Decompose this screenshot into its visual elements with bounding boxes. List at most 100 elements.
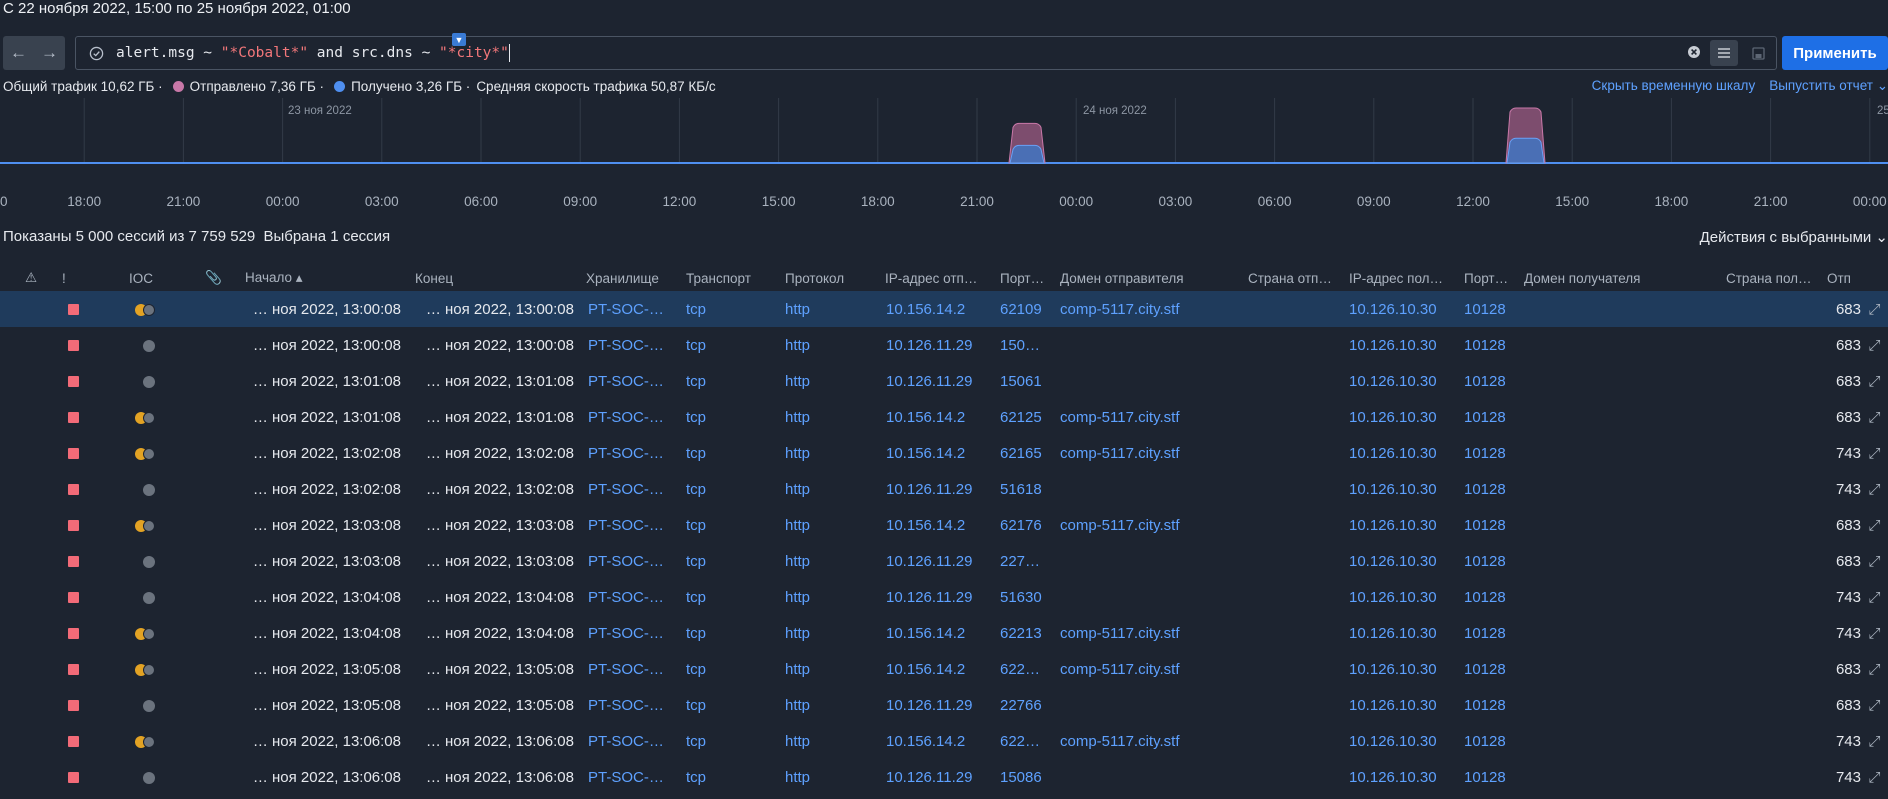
apply-button[interactable]: Применить [1782,36,1888,70]
column-header[interactable]: Отп [1827,265,1861,291]
list-view-icon[interactable] [1710,40,1738,66]
src-port[interactable]: 51630 [1000,579,1060,615]
protocol[interactable]: http [785,759,885,795]
src-ip[interactable]: 10.156.14.2 [885,615,1000,651]
expand-icon[interactable]: ⤢ [1868,661,1880,678]
src-port[interactable]: 150… [1000,327,1060,363]
expand-icon[interactable]: ⤢ [1868,337,1880,354]
storage[interactable]: PT-SOC-… [586,579,686,615]
storage[interactable]: PT-SOC-… [586,687,686,723]
transport[interactable]: tcp [686,543,785,579]
dst-port[interactable]: 10128 [1464,435,1524,471]
expand-icon[interactable]: ⤢ [1868,517,1880,534]
dst-ip[interactable]: 10.126.10.30 [1349,651,1464,687]
selected-actions-menu[interactable]: Действия с выбранными ⌄ [1700,228,1888,246]
src-ip[interactable]: 10.126.11.29 [885,471,1000,507]
protocol[interactable]: http [785,543,885,579]
src-port[interactable]: 227… [1000,543,1060,579]
column-header[interactable]: Домен отправителя [1060,265,1248,291]
table-row[interactable]: … ноя 2022, 13:00:08 … ноя 2022, 13:00:08… [0,327,1888,363]
save-icon[interactable] [1744,40,1772,66]
query-input[interactable]: alert.msg ~ "*Cobalt*" and src.dns ~ "*c… [75,33,1777,70]
table-row[interactable]: … ноя 2022, 13:01:08 … ноя 2022, 13:01:08… [0,363,1888,399]
transport[interactable]: tcp [686,435,785,471]
dst-ip[interactable]: 10.126.10.30 [1349,471,1464,507]
src-port[interactable]: 622… [1000,723,1060,759]
dst-port[interactable]: 10128 [1464,759,1524,795]
src-port[interactable]: 62165 [1000,435,1060,471]
column-header[interactable]: ! [62,265,129,291]
column-header[interactable]: IOC [129,265,205,291]
expand-icon[interactable]: ⤢ [1868,481,1880,498]
storage[interactable]: PT-SOC-… [586,399,686,435]
src-ip[interactable]: 10.126.11.29 [885,759,1000,795]
storage[interactable]: PT-SOC-… [586,651,686,687]
transport[interactable]: tcp [686,399,785,435]
src-domain[interactable]: comp-5117.city.stf [1060,291,1248,327]
traffic-timeline-chart[interactable]: 0 18:00 21:00 00:00 03:00 06:00 09:00 12:00 15:0… [0,98,1888,218]
transport[interactable]: tcp [686,759,785,795]
table-row[interactable]: … ноя 2022, 13:04:08 … ноя 2022, 13:04:08… [0,579,1888,615]
protocol[interactable]: http [785,363,885,399]
column-header[interactable]: Домен получателя [1524,265,1726,291]
dst-port[interactable]: 10128 [1464,399,1524,435]
column-header[interactable]: Страна отп… [1248,265,1349,291]
src-domain[interactable] [1060,579,1248,615]
dst-ip[interactable]: 10.126.10.30 [1349,363,1464,399]
src-port[interactable]: 62125 [1000,399,1060,435]
column-header[interactable]: IP-адрес пол… [1349,265,1464,291]
table-row[interactable]: … ноя 2022, 13:03:08 … ноя 2022, 13:03:08… [0,543,1888,579]
column-header[interactable]: Протокол [785,265,885,291]
column-header[interactable]: Порт… [1000,265,1060,291]
transport[interactable]: tcp [686,687,785,723]
table-row[interactable]: … ноя 2022, 13:04:08 … ноя 2022, 13:04:08… [0,615,1888,651]
table-row[interactable]: … ноя 2022, 13:03:08 … ноя 2022, 13:03:08… [0,507,1888,543]
src-domain[interactable]: comp-5117.city.stf [1060,615,1248,651]
storage[interactable]: PT-SOC-… [586,327,686,363]
transport[interactable]: tcp [686,327,785,363]
expand-icon[interactable]: ⤢ [1868,373,1880,390]
dst-ip[interactable]: 10.126.10.30 [1349,759,1464,795]
src-domain[interactable]: comp-5117.city.stf [1060,651,1248,687]
column-header[interactable]: Транспорт [686,265,785,291]
dst-port[interactable]: 10128 [1464,543,1524,579]
src-port[interactable]: 62109 [1000,291,1060,327]
dst-ip[interactable]: 10.126.10.30 [1349,687,1464,723]
src-ip[interactable]: 10.156.14.2 [885,507,1000,543]
table-row[interactable]: … ноя 2022, 13:01:08 … ноя 2022, 13:01:08… [0,399,1888,435]
expand-icon[interactable]: ⤢ [1868,553,1880,570]
table-row[interactable]: … ноя 2022, 13:02:08 … ноя 2022, 13:02:08… [0,471,1888,507]
expand-icon[interactable]: ⤢ [1868,769,1880,786]
table-row[interactable]: … ноя 2022, 13:02:08 … ноя 2022, 13:02:08… [0,435,1888,471]
src-domain[interactable] [1060,759,1248,795]
src-ip[interactable]: 10.156.14.2 [885,435,1000,471]
storage[interactable]: PT-SOC-… [586,507,686,543]
expand-icon[interactable]: ⤢ [1868,409,1880,426]
clear-icon[interactable] [1684,45,1704,62]
hide-timeline-link[interactable]: Скрыть временную шкалу [1592,78,1756,94]
protocol[interactable]: http [785,615,885,651]
dst-port[interactable]: 10128 [1464,615,1524,651]
storage[interactable]: PT-SOC-… [586,471,686,507]
storage[interactable]: PT-SOC-… [586,435,686,471]
dst-port[interactable]: 10128 [1464,687,1524,723]
arrow-left-icon[interactable]: ← [3,36,34,70]
expand-icon[interactable]: ⤢ [1868,589,1880,606]
transport[interactable]: tcp [686,651,785,687]
src-ip[interactable]: 10.126.11.29 [885,543,1000,579]
column-header[interactable]: ⚠ [0,265,62,291]
column-header[interactable]: Начало ▴ [245,265,415,291]
dst-port[interactable]: 10128 [1464,723,1524,759]
column-header[interactable]: Хранилище [586,265,686,291]
transport[interactable]: tcp [686,471,785,507]
export-report-link[interactable]: Выпустить отчет ⌄ [1769,78,1888,94]
table-row[interactable]: … ноя 2022, 13:05:08 … ноя 2022, 13:05:08… [0,687,1888,723]
src-port[interactable]: 62213 [1000,615,1060,651]
dst-ip[interactable]: 10.126.10.30 [1349,579,1464,615]
table-row[interactable]: … ноя 2022, 13:06:08 … ноя 2022, 13:06:08… [0,723,1888,759]
transport[interactable]: tcp [686,579,785,615]
src-ip[interactable]: 10.126.11.29 [885,327,1000,363]
src-ip[interactable]: 10.126.11.29 [885,363,1000,399]
src-domain[interactable]: comp-5117.city.stf [1060,399,1248,435]
storage[interactable]: PT-SOC-… [586,615,686,651]
